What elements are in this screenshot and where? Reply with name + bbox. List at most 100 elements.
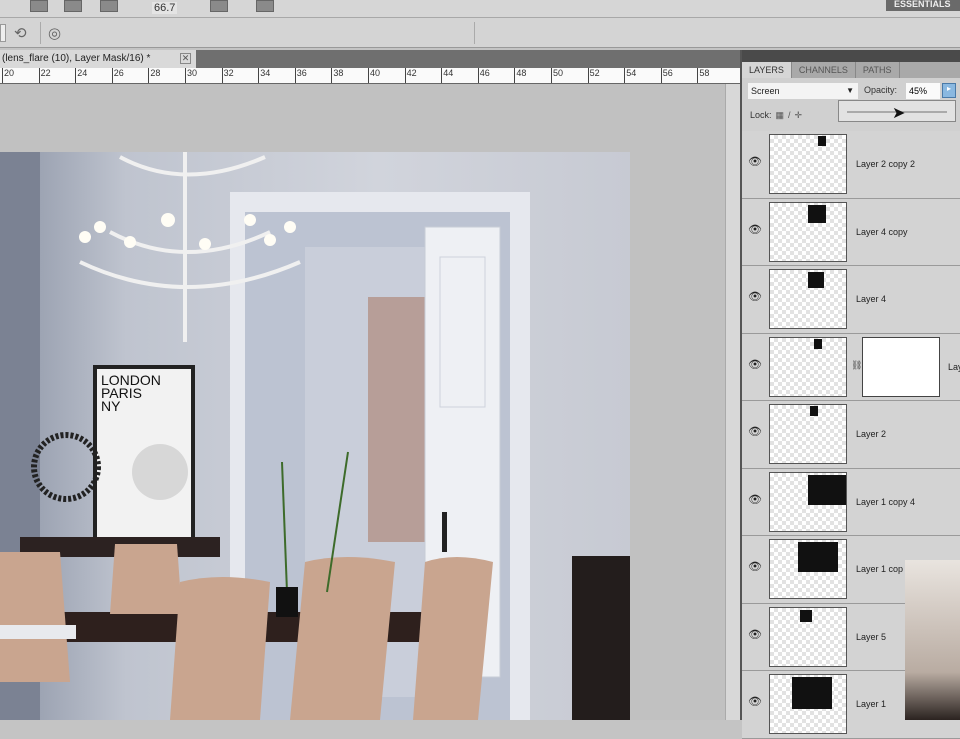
refine-brush-icon[interactable]: ⟲	[14, 24, 32, 42]
poster-line: NY	[101, 398, 121, 414]
eye-icon[interactable]: 👁	[748, 358, 762, 371]
eye-icon[interactable]: 👁	[748, 425, 762, 438]
lock-label: Lock:	[750, 110, 772, 120]
minibridge-icon[interactable]	[64, 0, 82, 12]
layer-row[interactable]: 👁 Layer 1 copy 4	[742, 468, 960, 536]
plant-pot	[276, 587, 298, 617]
eye-icon[interactable]: 👁	[748, 290, 762, 303]
close-icon[interactable]: ✕	[180, 53, 191, 64]
ruler-tick: 46	[477, 68, 490, 83]
layer-name[interactable]: Layer 4 copy	[856, 227, 908, 237]
layer-row[interactable]: 👁 Layer 4 copy	[742, 198, 960, 266]
layer-name[interactable]: Layer 2	[856, 429, 886, 439]
dark-frame-right	[572, 556, 630, 720]
divider	[40, 22, 41, 44]
ruler-tick: 26	[111, 68, 124, 83]
ruler-tick: 58	[697, 68, 709, 83]
ruler-tick: 52	[587, 68, 600, 83]
checkbox-icon[interactable]	[0, 24, 6, 42]
layer-row[interactable]: 👁 ⛓ Lay	[742, 333, 960, 401]
thumbnail-content	[808, 474, 846, 505]
layer-name[interactable]: Layer 1 copy 4	[856, 497, 915, 507]
pressure-icon[interactable]: ◎	[48, 24, 66, 42]
tab-paths[interactable]: PATHS	[856, 62, 900, 78]
opacity-slider-toggle[interactable]: ▸	[942, 83, 956, 98]
guides-icon[interactable]	[100, 0, 118, 12]
lock-position-icon[interactable]: ✛	[795, 110, 803, 120]
essentials-workspace-button[interactable]: ESSENTIALS	[886, 0, 960, 11]
opacity-input[interactable]: 45%	[906, 83, 940, 99]
eye-icon[interactable]: 👁	[748, 628, 762, 641]
link-icon[interactable]: ⛓	[851, 360, 862, 371]
ruler-tick: 54	[624, 68, 636, 83]
wall-fan	[31, 432, 101, 502]
blend-mode-select[interactable]: Screen ▼	[748, 83, 858, 99]
ruler-tick: 44	[441, 68, 453, 83]
options-bar: ⟲ ◎	[0, 18, 960, 48]
lock-transparency-icon[interactable]: ▦	[776, 110, 785, 120]
layer-thumbnail	[769, 201, 847, 262]
horizontal-ruler: 20 22 24 26 28 30 32 34 36 38 40 42 44 46 48 50 52 54 56 58	[0, 68, 740, 84]
back-painting	[368, 297, 426, 542]
mouse-cursor-icon: ➤	[892, 105, 906, 122]
tab-layers[interactable]: LAYERS	[742, 62, 792, 78]
layer-thumbnail	[769, 134, 847, 194]
panel-tabs: LAYERS CHANNELS PATHS	[742, 62, 960, 78]
layer-thumbnail	[769, 674, 847, 734]
thumbnail-content	[818, 136, 826, 146]
layer-thumbnail	[769, 336, 847, 397]
layer-row[interactable]: 👁 Layer 4	[742, 266, 960, 334]
chevron-down-icon: ▼	[846, 86, 854, 95]
document-tab[interactable]: (lens_flare (10), Layer Mask/16) * ✕	[0, 50, 196, 68]
thumbnail-content	[808, 204, 826, 223]
layer-name[interactable]: Layer 5	[856, 632, 886, 642]
thumbnail-content	[798, 542, 838, 572]
opacity-label: Opacity:	[864, 85, 898, 95]
layer-name[interactable]: Layer 1 cop	[856, 564, 903, 574]
layer-row[interactable]: 👁 Layer 2	[742, 401, 960, 469]
eye-icon[interactable]: 👁	[748, 223, 762, 236]
lock-pixels-icon[interactable]: /	[788, 110, 791, 120]
screen-mode-icon[interactable]	[256, 0, 274, 12]
arrange-documents-icon[interactable]	[210, 0, 228, 12]
layer-name[interactable]: Lay	[948, 362, 960, 372]
eye-icon[interactable]: 👁	[748, 155, 762, 168]
ruler-tick: 20	[2, 68, 14, 83]
thumbnail-content	[814, 338, 822, 349]
layer-thumbnail	[769, 539, 847, 599]
layer-mask-thumbnail[interactable]	[862, 336, 940, 397]
ruler-tick: 36	[294, 68, 307, 83]
ruler-tick: 56	[660, 68, 673, 83]
application-bar: 66.7 ESSENTIALS	[0, 0, 960, 18]
document-image[interactable]: LONDON PARIS NY	[0, 152, 630, 720]
zoom-level[interactable]: 66.7	[152, 2, 178, 14]
room-scene	[0, 152, 630, 720]
eye-icon[interactable]: 👁	[748, 695, 762, 708]
document-tab-bar: (lens_flare (10), Layer Mask/16) * ✕	[0, 50, 740, 68]
layer-row[interactable]: 👁 Layer 2 copy 2	[742, 131, 960, 199]
thumbnail-content	[792, 677, 832, 709]
ruler-tick: 30	[185, 68, 197, 83]
layer-name[interactable]: Layer 1	[856, 699, 886, 709]
document-title: (lens_flare (10), Layer Mask/16) *	[2, 53, 151, 64]
ruler-tick: 48	[514, 68, 526, 83]
poster-text: LONDON PARIS NY	[101, 373, 161, 414]
layer-thumbnail	[769, 269, 847, 329]
tab-channels[interactable]: CHANNELS	[792, 62, 856, 78]
layer-name[interactable]: Layer 2 copy 2	[856, 159, 915, 169]
bridge-icon[interactable]	[30, 0, 48, 12]
book	[0, 625, 76, 639]
ruler-tick: 22	[38, 68, 51, 83]
eye-icon[interactable]: 👁	[748, 560, 762, 573]
ruler-tick: 32	[221, 68, 234, 83]
eye-icon[interactable]: 👁	[748, 493, 762, 506]
panel-header	[742, 50, 960, 62]
ruler-tick: 40	[368, 68, 380, 83]
layer-name[interactable]: Layer 4	[856, 294, 886, 304]
ruler-tick: 24	[75, 68, 87, 83]
thumbnail-content	[800, 609, 812, 622]
vertical-scrollbar[interactable]	[725, 84, 740, 720]
ruler-tick: 42	[404, 68, 417, 83]
layer-thumbnail	[769, 471, 847, 532]
divider	[474, 22, 475, 44]
